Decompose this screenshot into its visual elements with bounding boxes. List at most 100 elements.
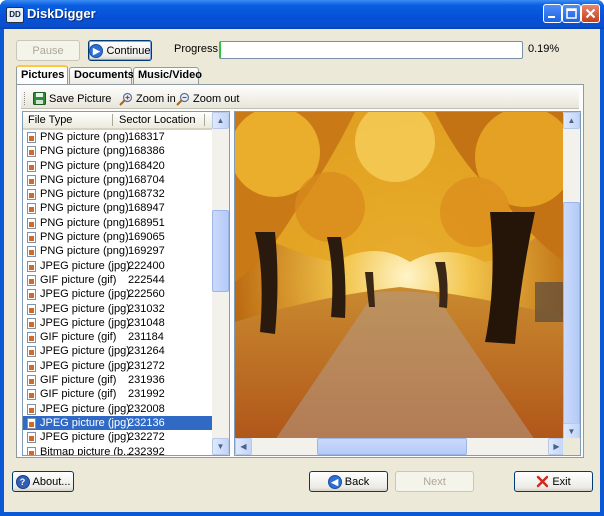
- zoom-in-icon: [119, 92, 133, 106]
- column-sector-location[interactable]: Sector Location: [119, 114, 195, 126]
- file-picture-icon: [27, 432, 36, 444]
- play-icon: ▶: [89, 43, 104, 58]
- preview-horizontal-scrollbar[interactable]: ◀ ▶: [235, 438, 565, 455]
- scroll-thumb[interactable]: [212, 210, 229, 292]
- table-row[interactable]: PNG picture (png) 168951: [23, 216, 213, 230]
- file-type-cell: PNG picture (png): [40, 173, 129, 186]
- tab-music-video[interactable]: Music/Video: [133, 67, 202, 84]
- file-picture-icon: [27, 446, 36, 455]
- table-row[interactable]: GIF picture (gif) 222544: [23, 273, 213, 287]
- file-type-cell: JPEG picture (jpg): [40, 402, 130, 415]
- table-row[interactable]: PNG picture (png) 169065: [23, 230, 213, 244]
- table-row[interactable]: JPEG picture (jpg) 222560: [23, 287, 213, 301]
- continue-button[interactable]: ▶ Continue: [88, 40, 152, 61]
- scroll-down-button[interactable]: ▼: [212, 438, 229, 455]
- table-row[interactable]: GIF picture (gif) 231992: [23, 387, 213, 401]
- progress-percent: 0.19%: [528, 43, 560, 55]
- table-row[interactable]: PNG picture (png) 168947: [23, 201, 213, 215]
- sector-location-cell: 231048: [128, 316, 165, 329]
- list-scrollbar[interactable]: ▲ ▼: [212, 112, 229, 455]
- file-type-cell: JPEG picture (jpg): [40, 359, 130, 372]
- sector-location-cell: 231184: [128, 331, 164, 344]
- file-picture-icon: [27, 232, 36, 244]
- preview-horizontal-thumb[interactable]: [317, 438, 467, 455]
- about-button[interactable]: ? About...: [12, 471, 74, 492]
- table-row[interactable]: JPEG picture (jpg) 231048: [23, 316, 213, 330]
- tab-documents[interactable]: Documents: [69, 67, 134, 84]
- save-picture-button[interactable]: Save Picture: [33, 91, 111, 106]
- table-row[interactable]: JPEG picture (jpg) 232136: [23, 415, 213, 431]
- title-bar[interactable]: DD DiskDigger: [0, 0, 604, 29]
- preview-scroll-left-button[interactable]: ◀: [235, 438, 252, 455]
- file-type-cell: GIF picture (gif): [40, 374, 117, 387]
- image-preview[interactable]: ▲ ▼ ◀ ▶: [234, 111, 581, 456]
- file-picture-icon: [27, 289, 36, 301]
- tab-pictures[interactable]: Pictures: [16, 65, 68, 85]
- sector-location-cell: 169297: [128, 245, 165, 258]
- table-row[interactable]: GIF picture (gif) 231184: [23, 330, 213, 344]
- exit-label: Exit: [552, 475, 571, 488]
- back-button[interactable]: ◀ Back: [309, 471, 388, 492]
- table-row[interactable]: PNG picture (png) 168704: [23, 173, 213, 187]
- file-type-cell: PNG picture (png): [40, 216, 129, 229]
- table-row[interactable]: JPEG picture (jpg) 231264: [23, 344, 213, 358]
- pause-label: Pause: [32, 44, 64, 57]
- file-list[interactable]: File Type Sector Location PNG picture (p…: [22, 111, 230, 456]
- file-picture-icon: [27, 203, 36, 215]
- file-type-cell: GIF picture (gif): [40, 273, 117, 286]
- sector-location-cell: 168386: [128, 145, 165, 158]
- about-label: About...: [32, 475, 71, 488]
- toolbar-grip[interactable]: [24, 92, 27, 105]
- sector-location-cell: 168951: [128, 216, 165, 229]
- next-button[interactable]: Next: [395, 471, 474, 492]
- exit-icon: [537, 475, 549, 488]
- preview-vertical-scrollbar[interactable]: ▲ ▼: [563, 112, 580, 440]
- pause-button[interactable]: Pause: [16, 40, 80, 61]
- close-button[interactable]: [581, 4, 600, 23]
- table-row[interactable]: PNG picture (png) 168732: [23, 187, 213, 201]
- zoom-in-label: Zoom in: [136, 92, 176, 105]
- sector-location-cell: 168947: [128, 202, 165, 215]
- file-type-cell: PNG picture (png): [40, 202, 129, 215]
- column-divider[interactable]: [204, 114, 205, 126]
- table-row[interactable]: JPEG picture (jpg) 231272: [23, 359, 213, 373]
- table-row[interactable]: Bitmap picture (b... 232392: [23, 445, 213, 456]
- file-picture-icon: [27, 317, 36, 329]
- file-picture-icon: [27, 246, 36, 258]
- toolbar: Save Picture Zoom in Zoom out: [21, 88, 579, 109]
- table-row[interactable]: PNG picture (png) 168317: [23, 130, 213, 144]
- minimize-button[interactable]: [543, 4, 562, 23]
- scroll-up-button[interactable]: ▲: [212, 112, 229, 129]
- window-title: DiskDigger: [27, 6, 96, 21]
- table-row[interactable]: JPEG picture (jpg) 232272: [23, 430, 213, 444]
- app-window: DD DiskDigger Pause ▶ Continue Progress:…: [0, 0, 604, 516]
- table-row[interactable]: PNG picture (png) 168386: [23, 144, 213, 158]
- maximize-button[interactable]: [562, 4, 581, 23]
- file-type-cell: JPEG picture (jpg): [40, 416, 130, 429]
- file-type-cell: JPEG picture (jpg): [40, 259, 130, 272]
- file-picture-icon: [27, 146, 36, 158]
- zoom-out-button[interactable]: Zoom out: [176, 91, 239, 106]
- sector-location-cell: 222560: [128, 288, 165, 301]
- file-picture-icon: [27, 346, 36, 358]
- table-row[interactable]: JPEG picture (jpg) 222400: [23, 259, 213, 273]
- file-picture-icon: [27, 260, 36, 272]
- zoom-out-icon: [176, 92, 190, 106]
- table-row[interactable]: PNG picture (png) 169297: [23, 244, 213, 258]
- column-divider[interactable]: [112, 114, 113, 126]
- file-type-cell: GIF picture (gif): [40, 388, 117, 401]
- table-row[interactable]: JPEG picture (jpg) 232008: [23, 402, 213, 416]
- table-row[interactable]: PNG picture (png) 168420: [23, 159, 213, 173]
- app-icon: DD: [6, 7, 24, 23]
- table-row[interactable]: JPEG picture (jpg) 231032: [23, 302, 213, 316]
- zoom-in-button[interactable]: Zoom in: [119, 91, 176, 106]
- table-row[interactable]: GIF picture (gif) 231936: [23, 373, 213, 387]
- sector-location-cell: 222544: [128, 273, 165, 286]
- sector-location-cell: 232392: [128, 445, 165, 456]
- preview-scroll-up-button[interactable]: ▲: [563, 112, 580, 129]
- preview-vertical-thumb[interactable]: [563, 202, 580, 434]
- column-file-type[interactable]: File Type: [28, 114, 72, 126]
- save-icon: [33, 92, 46, 105]
- exit-button[interactable]: Exit: [514, 471, 593, 492]
- pictures-panel: Save Picture Zoom in Zoom out File Type …: [16, 84, 584, 458]
